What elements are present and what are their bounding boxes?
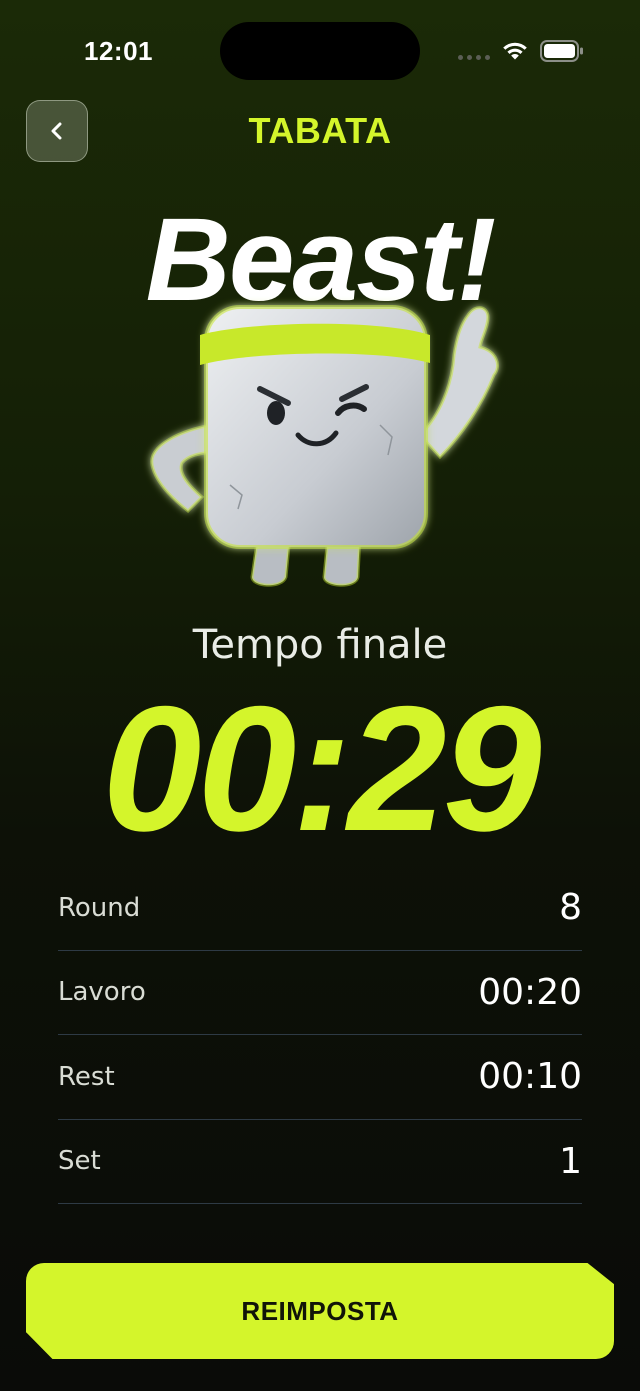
dynamic-island: [220, 22, 420, 80]
stat-label: Lavoro: [58, 977, 146, 1008]
final-time-label: Tempo finale: [192, 622, 448, 668]
stats-list: Round 8 Lavoro 00:20 Rest 00:10 Set 1: [58, 866, 582, 1204]
page-title: TABATA: [248, 110, 392, 151]
stat-value: 8: [559, 887, 582, 929]
stat-value: 00:10: [478, 1056, 582, 1098]
stat-value: 00:20: [478, 971, 582, 1013]
stat-label: Set: [58, 1146, 101, 1177]
reset-button[interactable]: REIMPOSTA: [26, 1263, 614, 1359]
stat-row-round: Round 8: [58, 866, 582, 951]
stat-row-set: Set 1: [58, 1120, 582, 1204]
stat-row-rest: Rest 00:10: [58, 1035, 582, 1120]
wifi-icon: [503, 42, 527, 60]
stat-value: 1: [559, 1140, 582, 1182]
status-bar: 12:01: [0, 0, 640, 100]
mascot-illustration: [150, 305, 499, 587]
hero: Beast!: [0, 195, 640, 605]
stat-row-lavoro: Lavoro 00:20: [58, 951, 582, 1035]
stat-label: Round: [58, 892, 141, 923]
battery-icon: [540, 40, 583, 62]
signal-dots-icon: [458, 55, 490, 60]
final-time-value: 00:29: [102, 669, 541, 868]
stat-label: Rest: [58, 1061, 115, 1092]
reset-button-label: REIMPOSTA: [241, 1295, 399, 1326]
status-time: 12:01: [84, 36, 153, 66]
